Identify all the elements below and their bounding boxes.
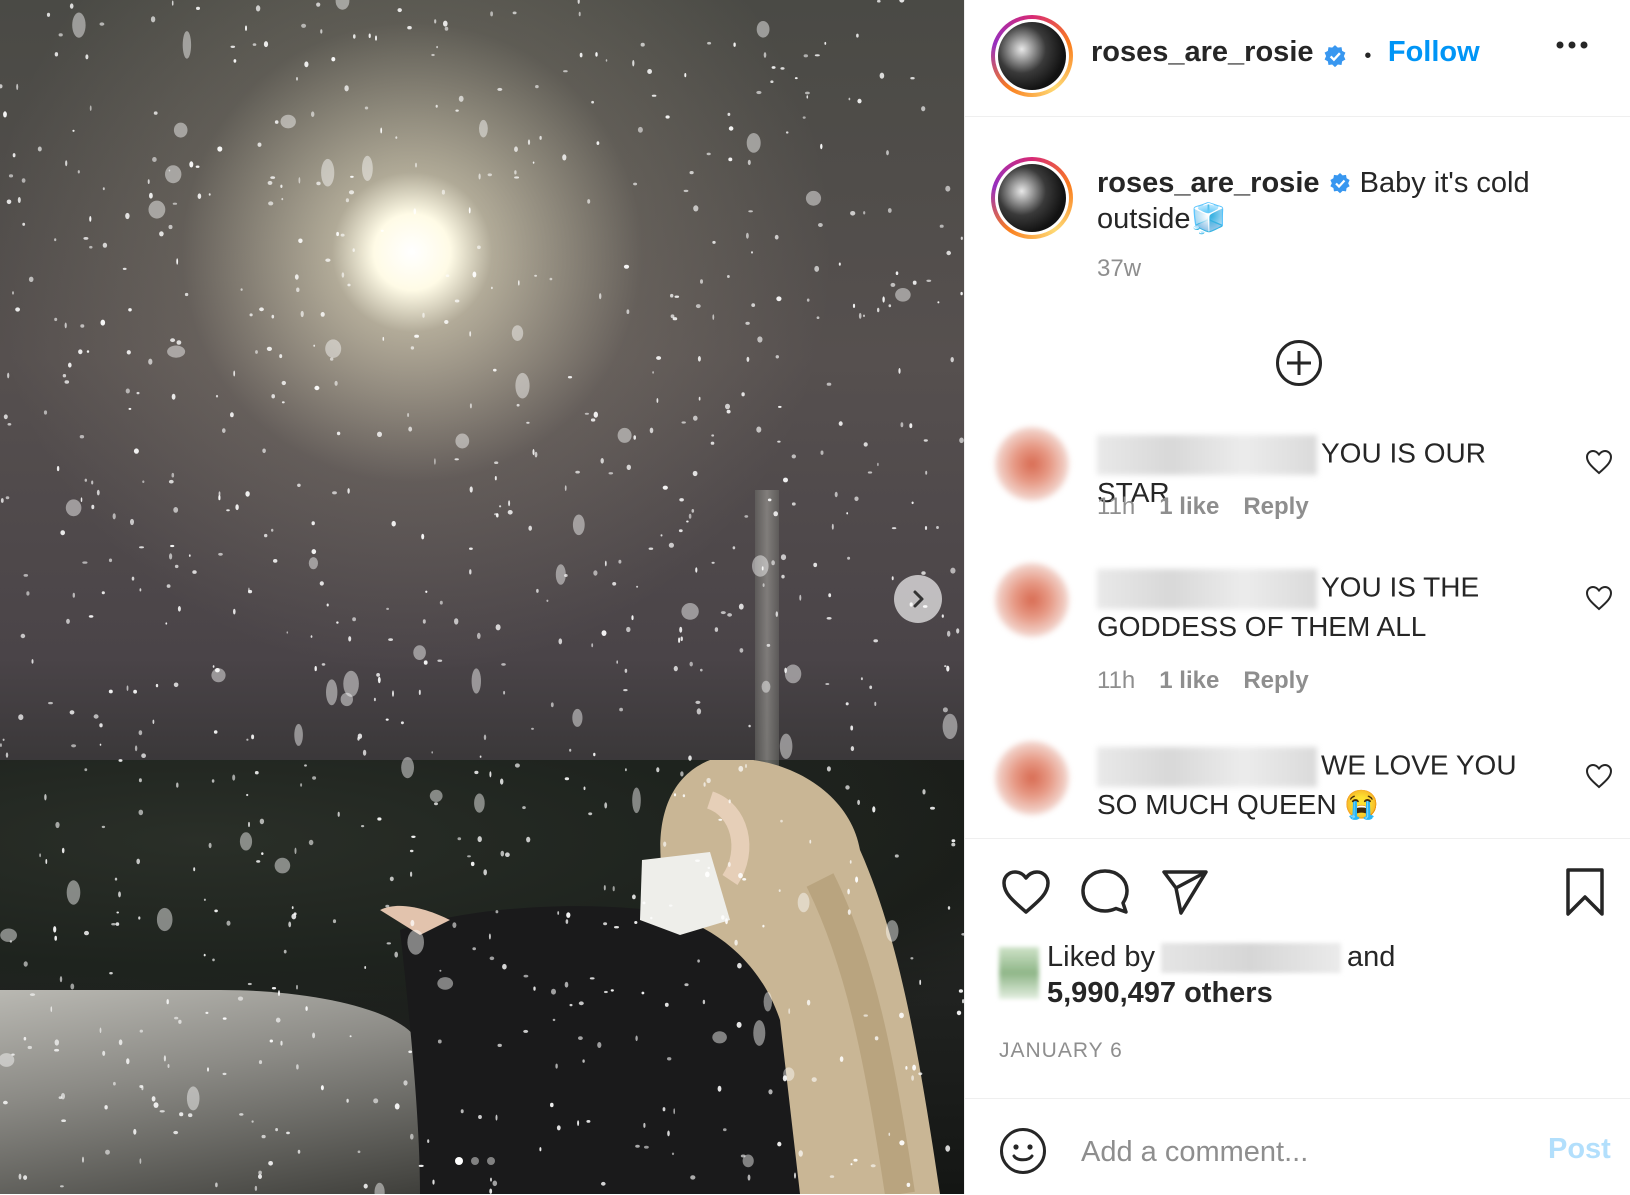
- chevron-right-icon: [913, 590, 924, 608]
- author-username[interactable]: roses_are_rosie: [1091, 36, 1314, 68]
- separator-dot: •: [1364, 45, 1372, 68]
- snowfall: [0, 0, 964, 1194]
- commenter-username-blurred[interactable]: [1097, 747, 1317, 787]
- verified-badge-icon: [1329, 173, 1350, 194]
- share-send-icon[interactable]: [1161, 869, 1209, 915]
- carousel-dot: [455, 1157, 463, 1165]
- action-bar: Liked by and 5,990,497 others JANUARY 6: [965, 838, 1630, 1099]
- load-more-comments-icon[interactable]: [1275, 339, 1323, 387]
- comment-like-icon[interactable]: [1585, 449, 1613, 475]
- comment-time: 11h: [1097, 493, 1136, 520]
- emoji-smiley-icon[interactable]: [999, 1127, 1047, 1175]
- commenter-avatar[interactable]: [995, 741, 1069, 815]
- add-comment-bar: Post: [965, 1098, 1630, 1195]
- liker-avatar[interactable]: [999, 947, 1039, 999]
- post-header: roses_are_rosie • Follow: [965, 0, 1630, 117]
- bookmark-save-icon[interactable]: [1565, 867, 1605, 917]
- commenter-username-blurred[interactable]: [1097, 569, 1317, 609]
- caption-text-line2: outside: [1097, 203, 1191, 235]
- comment-likes[interactable]: 1 like: [1159, 493, 1219, 520]
- commenter-avatar[interactable]: [995, 563, 1069, 637]
- comment-bubble-icon[interactable]: [1081, 868, 1129, 916]
- follow-button[interactable]: Follow: [1388, 36, 1480, 68]
- post-time: 37w: [1097, 255, 1142, 282]
- carousel-dots: [455, 1157, 495, 1165]
- reply-button[interactable]: Reply: [1243, 493, 1308, 520]
- commenter-avatar[interactable]: [995, 427, 1069, 501]
- carousel-dot: [487, 1157, 495, 1165]
- liker-username-blurred[interactable]: [1161, 943, 1342, 974]
- post-date[interactable]: JANUARY 6: [999, 1039, 1123, 1063]
- caption-avatar[interactable]: [991, 157, 1073, 239]
- liked-by-label: Liked by: [1047, 941, 1156, 973]
- post-comment-button[interactable]: Post: [1548, 1133, 1611, 1166]
- comment-input[interactable]: [1079, 1135, 1523, 1170]
- commenter-username-blurred[interactable]: [1097, 435, 1317, 475]
- reply-button[interactable]: Reply: [1243, 667, 1308, 694]
- comment-time: 11h: [1097, 667, 1136, 694]
- like-heart-icon[interactable]: [1001, 869, 1051, 915]
- author-avatar[interactable]: [991, 15, 1073, 97]
- carousel-dot: [471, 1157, 479, 1165]
- caption-username[interactable]: roses_are_rosie: [1097, 167, 1320, 199]
- post-sidebar: roses_are_rosie • Follow roses_are_rosie…: [964, 0, 1630, 1194]
- next-image-button[interactable]: [894, 575, 942, 623]
- caption-emoji: 🧊: [1190, 203, 1227, 235]
- comment-like-icon[interactable]: [1585, 763, 1613, 789]
- caption-text-line1: Baby it's cold: [1359, 167, 1530, 199]
- comments-section: roses_are_rosie Baby it's cold outside🧊 …: [965, 117, 1630, 837]
- caption: roses_are_rosie Baby it's cold outside🧊: [1097, 165, 1597, 237]
- verified-badge-icon: [1324, 44, 1346, 67]
- liked-and-label: and: [1347, 941, 1396, 973]
- likes-count[interactable]: 5,990,497 others: [1047, 977, 1273, 1009]
- more-options-icon[interactable]: [1555, 40, 1589, 50]
- comment-like-icon[interactable]: [1585, 585, 1613, 611]
- comment-likes[interactable]: 1 like: [1159, 667, 1219, 694]
- post-image[interactable]: [0, 0, 964, 1194]
